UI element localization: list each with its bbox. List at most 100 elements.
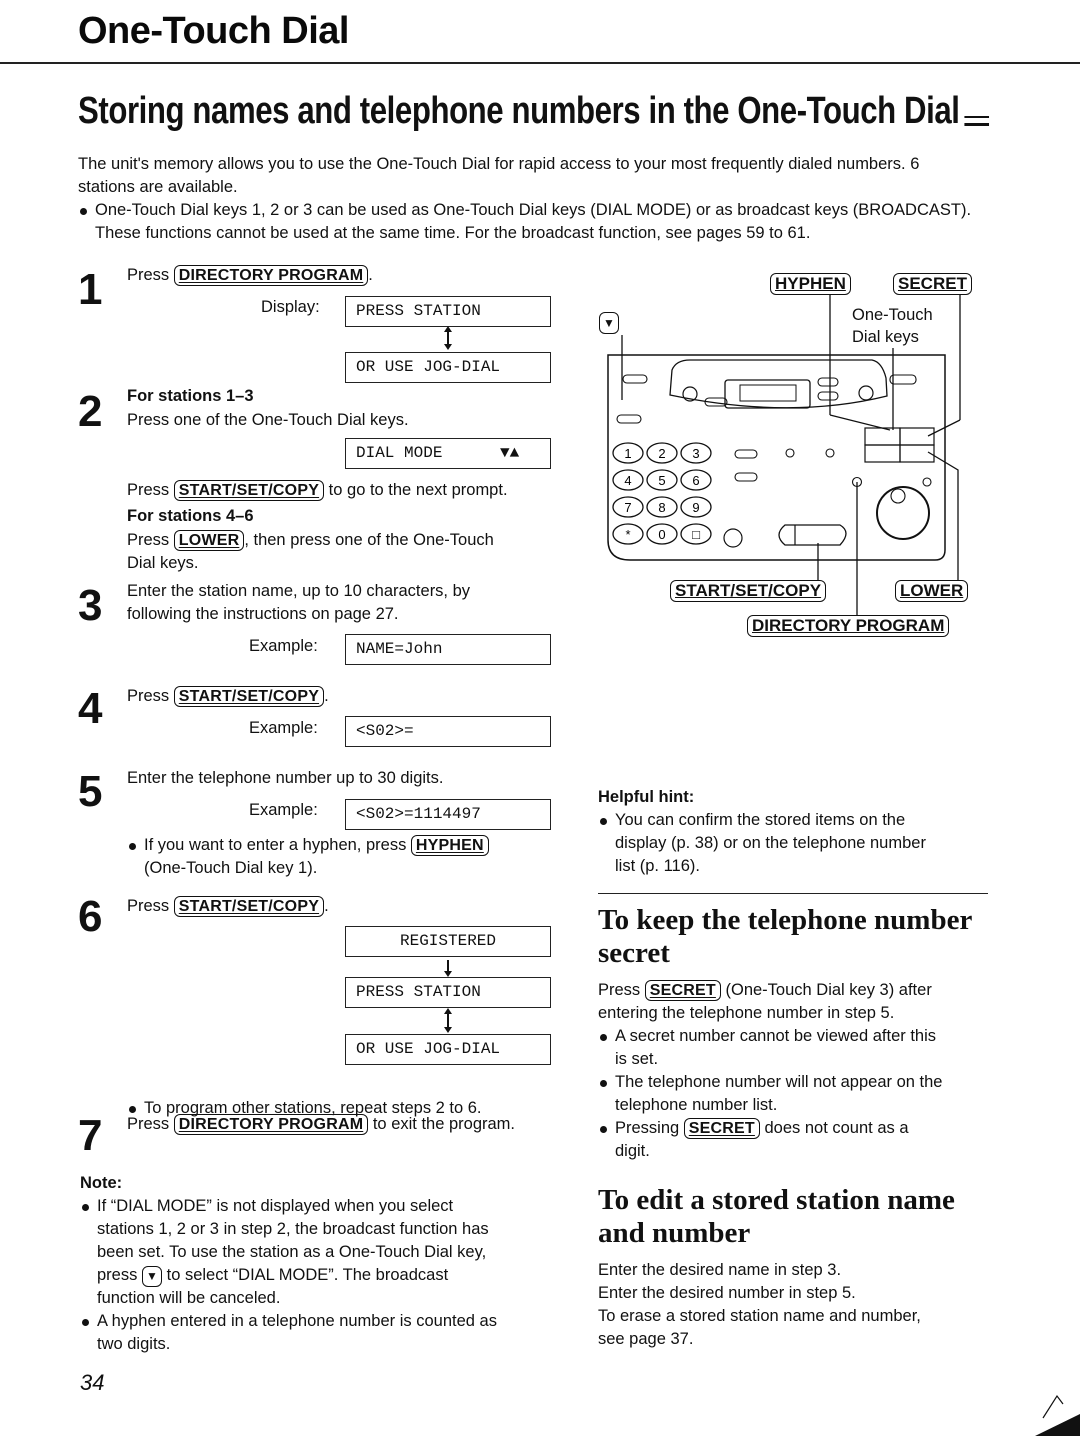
secret-after: (One-Touch Dial key 3) after [725,981,932,999]
one-touch-label-line-1: One-Touch [852,306,933,324]
numeric-keypad: 1 2 3 4 5 6 7 8 9 * 0 □ [612,442,712,545]
one-touch-keys [864,427,935,463]
lower-label: LOWER [895,580,969,602]
step-1-press: Press [127,266,170,284]
step-7-instruction: Press DIRECTORY PROGRAM to exit the prog… [127,1113,515,1136]
display-label: Display: [261,298,320,316]
step-5-text: Enter the telephone number up to 30 digi… [127,769,444,787]
directory-program-label: DIRECTORY PROGRAM [747,615,950,637]
page-corner-mark-icon [1035,1394,1080,1436]
hyphen-label: HYPHEN [770,273,851,295]
page-title: One-Touch Dial [78,10,349,52]
step-1-number: 1 [78,265,103,314]
hyphen-key: HYPHEN [410,835,489,856]
lcd-press-station: PRESS STATION [345,296,551,327]
lcd-dial-mode: DIAL MODE ▼▲ [345,438,551,469]
step-2-text: Press one of the One-Touch Dial keys. [127,411,409,429]
step-3-number: 3 [78,581,103,630]
note-line: If “DIAL MODE” is not displayed when you… [97,1197,454,1215]
lower-leader [927,451,959,585]
stations-4-6-heading: For stations 4–6 [127,507,254,525]
one-touch-key-lower [899,444,935,463]
secret-key: SECRET [644,980,721,1001]
note-line: A hyphen entered in a telephone number i… [97,1312,497,1330]
hyphen-bullet-text: If you want to enter a hyphen, press [144,836,407,854]
step-1-period: . [368,266,373,284]
step-6-press: Press [127,897,170,915]
panel-button [858,385,874,401]
step-6-number: 6 [78,892,103,941]
secret-bullet-line: Pressing SECRET does not count as a [615,1117,998,1140]
keypad-key-label: 4 [624,473,631,488]
section-divider [598,893,988,894]
step-7-press: Press [127,1115,170,1133]
one-touch-dial-keys-label: One-Touch Dial keys [852,304,937,348]
stations-1-3-heading: For stations 1–3 [127,387,254,405]
directory-program-key: DIRECTORY PROGRAM [173,265,369,286]
hint-line: You can confirm the stored items on the [615,811,906,829]
secret-press-line: Press SECRET (One-Touch Dial key 3) afte… [598,979,998,1002]
down-key-label: ▼ [599,312,619,334]
secret-line-2: entering the telephone number in step 5. [598,1004,895,1022]
note-line: stations 1, 2 or 3 in step 2, the broadc… [97,1220,489,1238]
section-title-text: Storing names and telephone numbers in t… [78,90,960,132]
edit-section-title: To edit a stored station name and number [598,1184,955,1250]
hyphen-bullet-note: (One-Touch Dial key 1). [144,859,318,877]
secret-title-line-1: To keep the telephone number [598,904,973,936]
one-touch-key-2 [864,444,901,463]
edit-section-body: Enter the desired name in step 3. Enter … [598,1259,998,1351]
keypad-key-label: 7 [624,500,631,515]
keypad-key-label: 2 [658,446,665,461]
secret-press: Press [598,981,641,999]
start-set-copy-key: START/SET/COPY [173,896,325,917]
helpful-hint: Helpful hint: You can confirm the stored… [598,786,998,878]
directory-program-key: DIRECTORY PROGRAM [173,1114,369,1135]
secret-pressing: Pressing [615,1119,680,1137]
title-divider [0,62,1080,64]
hint-line: display (p. 38) or on the telephone numb… [615,834,926,852]
step-5-number: 5 [78,767,103,816]
lcd-or-use-jog-dial: OR USE JOG-DIAL [345,352,551,383]
step-2-start-instruction: Press START/SET/COPY to go to the next p… [127,479,508,502]
example-label: Example: [249,637,318,655]
step-7-exit-text: to exit the program. [372,1115,515,1133]
secret-bullet-line: The telephone number will not appear on … [615,1073,943,1091]
edit-line: To erase a stored station name and numbe… [598,1307,921,1325]
indicator [922,477,932,487]
intro: The unit's memory allows you to use the … [78,153,998,245]
hint-line: list (p. 116). [615,857,700,875]
one-touch-label-line-2: Dial keys [852,328,919,346]
secret-bullet-3: Pressing SECRET does not count as a digi… [598,1117,998,1163]
step-2-press: Press [127,481,170,499]
example-label: Example: [249,801,318,819]
panel-button [734,472,758,482]
step-4-period: . [324,687,329,705]
lcd-screen [739,384,797,402]
step-2-press-lower: Press [127,531,170,549]
panel-button [622,374,648,384]
step-4-instruction: Press START/SET/COPY. [127,685,329,708]
lcd-s02: <S02>= [345,716,551,747]
panel-button [817,377,839,387]
note-line: been set. To use the station as a One-To… [97,1243,487,1261]
page-number: 34 [80,1370,105,1395]
one-touch-key-1 [864,427,901,446]
jog-dial [876,486,930,540]
panel-button [889,374,917,385]
panel-button [723,528,743,548]
start-set-copy-label: START/SET/COPY [670,580,827,602]
note-line: function will be canceled. [97,1289,281,1307]
keypad-key-label: 6 [692,473,699,488]
lcd-name-john: NAME=John [345,634,551,665]
intro-bullet: One-Touch Dial keys 1, 2 or 3 can be use… [78,199,1015,245]
note-bullet-1: If “DIAL MODE” is not displayed when you… [80,1195,580,1310]
note-select-text: to select “DIAL MODE”. The broadcast [166,1266,449,1284]
keypad-key-label: * [625,527,630,542]
toggle-arrow-icon [444,1008,452,1033]
fax-panel-diagram: 1 2 3 4 5 6 7 8 9 * 0 □ ▼ HYPHEN SECRET One-Touch D… [590,260,990,650]
step-4-number: 4 [78,684,103,733]
secret-bullet-line: digit. [615,1142,650,1160]
secret-bullet-2: The telephone number will not appear on … [598,1071,998,1117]
secret-bullet-line: A secret number cannot be viewed after t… [615,1027,937,1045]
lcd-press-station: PRESS STATION [345,977,551,1008]
